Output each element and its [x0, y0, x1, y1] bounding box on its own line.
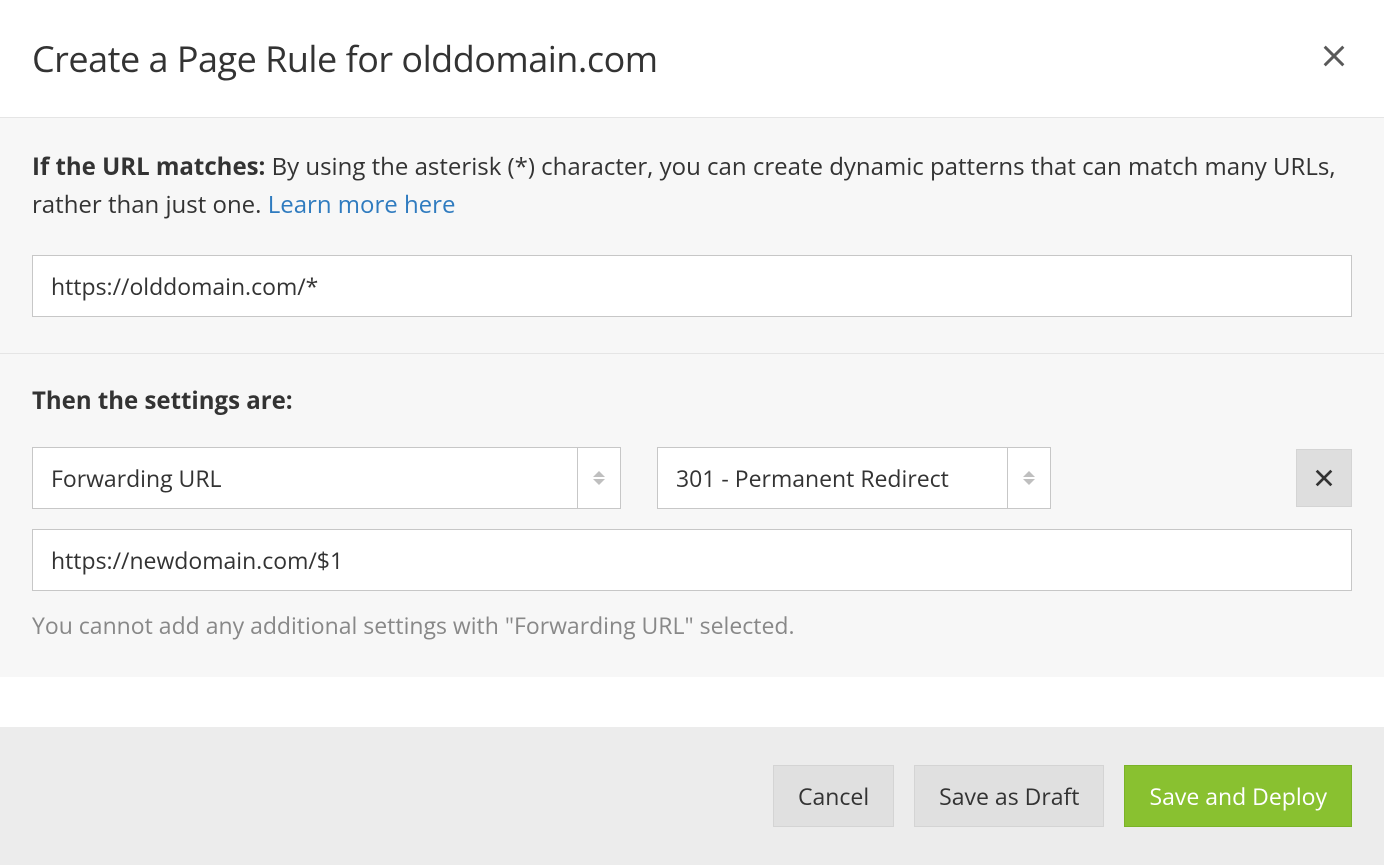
destination-url-input[interactable]: [32, 529, 1352, 591]
status-code-value: 301 - Permanent Redirect: [657, 447, 1007, 509]
modal-title: Create a Page Rule for olddomain.com: [32, 34, 658, 83]
modal-header: Create a Page Rule for olddomain.com: [0, 0, 1384, 118]
settings-section: Then the settings are: Forwarding URL 30…: [0, 354, 1384, 677]
url-match-description: If the URL matches: By using the asteris…: [32, 148, 1352, 225]
close-icon: [1320, 42, 1348, 70]
save-draft-button[interactable]: Save as Draft: [914, 765, 1104, 827]
remove-setting-button[interactable]: [1296, 449, 1352, 507]
learn-more-link[interactable]: Learn more here: [268, 188, 456, 221]
settings-row: Forwarding URL 301 - Permanent Redirect: [32, 447, 1352, 509]
url-match-label: If the URL matches:: [32, 150, 265, 183]
url-match-section: If the URL matches: By using the asteris…: [0, 118, 1384, 354]
setting-type-select[interactable]: Forwarding URL: [32, 447, 621, 509]
chevron-updown-icon: [577, 447, 621, 509]
url-pattern-input[interactable]: [32, 255, 1352, 317]
cancel-button[interactable]: Cancel: [773, 765, 894, 827]
modal-footer: Cancel Save as Draft Save and Deploy: [0, 727, 1384, 865]
save-deploy-button[interactable]: Save and Deploy: [1124, 765, 1352, 827]
forwarding-url-note: You cannot add any additional settings w…: [32, 609, 1352, 641]
settings-heading: Then the settings are:: [32, 384, 1352, 417]
create-page-rule-modal: Create a Page Rule for olddomain.com If …: [0, 0, 1384, 865]
close-button[interactable]: [1316, 38, 1352, 77]
status-code-select[interactable]: 301 - Permanent Redirect: [657, 447, 1051, 509]
chevron-updown-icon: [1007, 447, 1051, 509]
setting-type-value: Forwarding URL: [32, 447, 577, 509]
close-icon: [1313, 467, 1335, 489]
